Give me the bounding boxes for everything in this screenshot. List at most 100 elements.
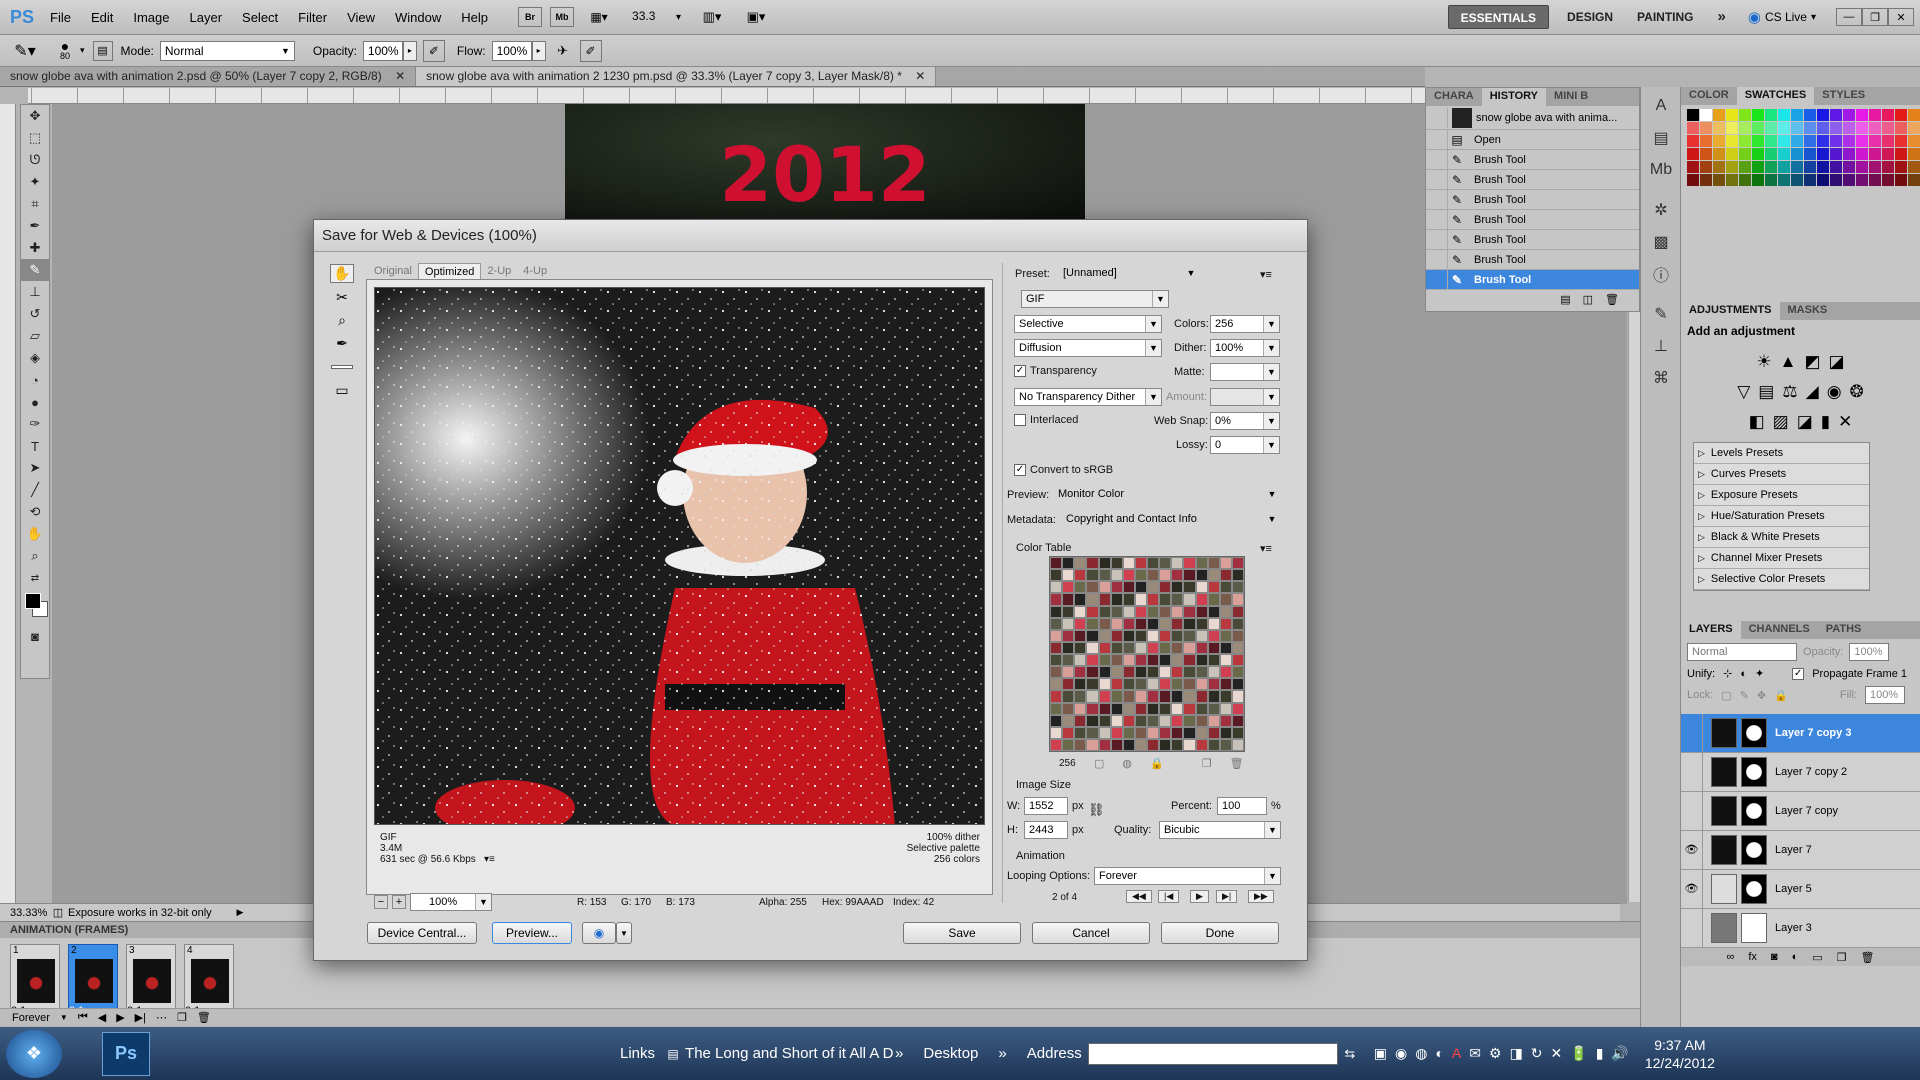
- swatch[interactable]: [1726, 161, 1738, 173]
- layer-row[interactable]: 👁 Layer 5: [1681, 869, 1920, 909]
- color-table-cell[interactable]: [1110, 629, 1123, 642]
- swatches-grid[interactable]: [1681, 105, 1920, 190]
- tab-styles[interactable]: STYLES: [1814, 87, 1873, 105]
- color-table-cell[interactable]: [1074, 629, 1087, 642]
- color-table-cell[interactable]: [1147, 629, 1160, 642]
- color-table-cell[interactable]: [1086, 605, 1099, 618]
- color-table-cell[interactable]: [1110, 617, 1123, 630]
- history-item[interactable]: ✎ Brush Tool: [1426, 249, 1639, 270]
- menu-file[interactable]: File: [40, 0, 81, 35]
- swatch[interactable]: [1752, 109, 1764, 121]
- swatch[interactable]: [1843, 174, 1855, 186]
- tray-icon-7[interactable]: ⚙: [1489, 1045, 1502, 1062]
- swatch[interactable]: [1765, 122, 1777, 134]
- mini-bridge-panel-icon[interactable]: Mb: [1646, 157, 1676, 183]
- color-table-cell[interactable]: [1074, 654, 1087, 667]
- mode-select[interactable]: Normal ▼: [159, 40, 295, 61]
- add-mask-icon[interactable]: ◙: [1771, 951, 1778, 963]
- swatch[interactable]: [1895, 109, 1907, 121]
- transparency-dither-select[interactable]: No Transparency Dither ▼: [1014, 388, 1162, 406]
- volume-icon[interactable]: 🔊: [1611, 1045, 1628, 1062]
- swatch[interactable]: [1739, 122, 1751, 134]
- color-table-cell[interactable]: [1195, 617, 1208, 630]
- color-table-cell[interactable]: [1159, 654, 1172, 667]
- color-table-cell[interactable]: [1086, 557, 1099, 570]
- invert-icon[interactable]: ◧: [1749, 412, 1765, 432]
- color-table-cell[interactable]: [1062, 666, 1075, 679]
- color-table-cell[interactable]: [1207, 617, 1220, 630]
- restore-icon[interactable]: ❐: [1862, 8, 1888, 26]
- preset-item[interactable]: ▷ Selective Color Presets: [1694, 569, 1869, 590]
- cs-live-icon[interactable]: ◉: [1748, 8, 1761, 26]
- color-table-cell[interactable]: [1195, 678, 1208, 691]
- swatch[interactable]: [1713, 109, 1725, 121]
- color-table-cell[interactable]: [1110, 569, 1123, 582]
- swatch[interactable]: [1882, 148, 1894, 160]
- color-table-cell[interactable]: [1231, 726, 1244, 739]
- link-layers-icon[interactable]: ∞: [1727, 951, 1735, 963]
- layer-visibility-toggle[interactable]: [1681, 713, 1703, 753]
- swatch[interactable]: [1726, 109, 1738, 121]
- color-table-cell[interactable]: [1074, 738, 1087, 751]
- menu-help[interactable]: Help: [451, 0, 498, 35]
- color-table-cell[interactable]: [1062, 738, 1075, 751]
- tab-layers[interactable]: LAYERS: [1681, 621, 1741, 639]
- start-button-icon[interactable]: ❖: [6, 1029, 62, 1078]
- color-table-cell[interactable]: [1086, 702, 1099, 715]
- color-table-cell[interactable]: [1195, 605, 1208, 618]
- color-table-cell[interactable]: [1159, 569, 1172, 582]
- color-table-cell[interactable]: [1231, 593, 1244, 606]
- color-table-cell[interactable]: [1050, 654, 1063, 667]
- color-table-cell[interactable]: [1147, 569, 1160, 582]
- colors-field[interactable]: 256 ▼: [1210, 315, 1280, 333]
- cancel-button[interactable]: Cancel: [1032, 922, 1150, 944]
- swatch[interactable]: [1895, 161, 1907, 173]
- vibrance-icon[interactable]: ▽: [1737, 382, 1750, 402]
- new-adjustment-icon[interactable]: ◐: [1792, 951, 1799, 963]
- swatch[interactable]: [1882, 135, 1894, 147]
- arrange-documents-icon[interactable]: ▥▾: [695, 9, 729, 25]
- swatch[interactable]: [1726, 174, 1738, 186]
- color-table-cell[interactable]: [1110, 581, 1123, 594]
- preview-zoom-select[interactable]: 100% ▼: [410, 893, 492, 911]
- color-table-cell[interactable]: [1195, 641, 1208, 654]
- web-snap-field[interactable]: 0% ▼: [1210, 412, 1280, 430]
- color-table-cell[interactable]: [1086, 690, 1099, 703]
- tray-icon-10[interactable]: ✕: [1551, 1045, 1563, 1062]
- swatch[interactable]: [1843, 122, 1855, 134]
- threshold-icon[interactable]: ◪: [1797, 412, 1813, 432]
- swatch[interactable]: [1856, 148, 1868, 160]
- color-table-grid[interactable]: [1049, 556, 1245, 752]
- tray-icon-11[interactable]: 🔋: [1570, 1045, 1587, 1062]
- color-table-cell[interactable]: [1086, 714, 1099, 727]
- eraser-tool-icon[interactable]: ▱: [21, 325, 49, 347]
- swatch[interactable]: [1856, 174, 1868, 186]
- color-table-cell[interactable]: [1074, 569, 1087, 582]
- color-table-cell[interactable]: [1231, 678, 1244, 691]
- brush-panel-toggle-icon[interactable]: ▤: [92, 40, 113, 61]
- color-table-cell[interactable]: [1062, 654, 1075, 667]
- color-table-cell[interactable]: [1159, 629, 1172, 642]
- color-table-cell[interactable]: [1098, 581, 1111, 594]
- layer-row[interactable]: Layer 3: [1681, 908, 1920, 948]
- swatch[interactable]: [1869, 122, 1881, 134]
- swatch[interactable]: [1752, 122, 1764, 134]
- toggle-slices-icon[interactable]: ▭: [335, 382, 348, 399]
- color-table-cell[interactable]: [1159, 738, 1172, 751]
- color-table-cell[interactable]: [1219, 690, 1232, 703]
- lasso-tool-icon[interactable]: ᘎ: [21, 149, 49, 171]
- lock-position-icon[interactable]: ✥: [1757, 689, 1766, 702]
- brightness-contrast-icon[interactable]: ☀: [1756, 352, 1771, 372]
- swatch[interactable]: [1908, 135, 1920, 147]
- color-table-cell[interactable]: [1171, 617, 1184, 630]
- color-table-cell[interactable]: [1062, 605, 1075, 618]
- swatch[interactable]: [1700, 109, 1712, 121]
- color-table-cell[interactable]: [1195, 738, 1208, 751]
- color-table-cell[interactable]: [1147, 593, 1160, 606]
- zoom-tool-icon[interactable]: ⌕: [338, 312, 346, 329]
- color-table-cell[interactable]: [1147, 690, 1160, 703]
- color-table-cell[interactable]: [1134, 654, 1147, 667]
- color-table-cell[interactable]: [1171, 581, 1184, 594]
- clone-source-icon[interactable]: ⊥: [1646, 333, 1676, 359]
- swatch[interactable]: [1895, 148, 1907, 160]
